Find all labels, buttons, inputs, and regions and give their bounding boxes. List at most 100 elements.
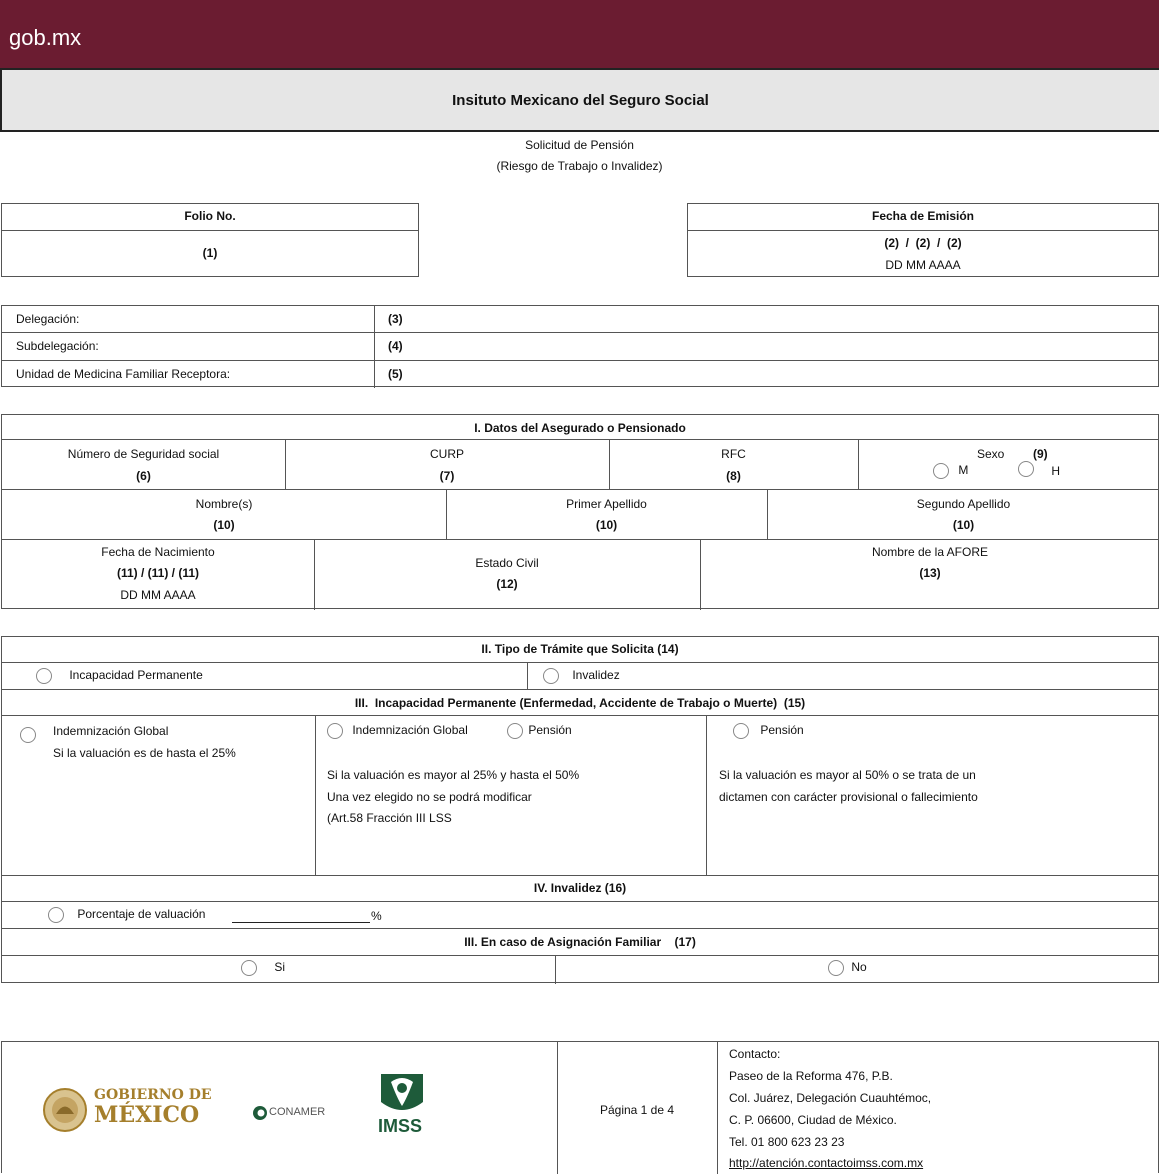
valuacion-option[interactable]: Porcentaje de valuación xyxy=(48,907,205,923)
nacimiento-label: Fecha de Nacimiento xyxy=(101,545,215,559)
asignacion-no-radio[interactable] xyxy=(828,960,844,976)
asignacion-si-label: Si xyxy=(274,960,286,975)
valuacion-label: Porcentaje de valuación xyxy=(77,907,206,922)
sexo-m-label: M xyxy=(958,463,969,478)
top-bar: gob.mx xyxy=(0,0,1159,70)
fecha-box: Fecha de Emisión (2) / (2) / (2) DD MM A… xyxy=(687,203,1159,277)
c1-indemnizacion-radio[interactable] xyxy=(20,727,36,743)
c2-line-2: Una vez elegido no se podrá modificar xyxy=(327,790,532,804)
umf-value[interactable]: (5) xyxy=(388,367,403,381)
incapacidad-option[interactable]: Incapacidad Permanente xyxy=(36,668,203,684)
c2-line-1: Si la valuación es mayor al 25% y hasta … xyxy=(327,768,580,782)
asignacion-no-label: No xyxy=(851,960,867,975)
imss-logo-icon xyxy=(377,1072,427,1116)
invalidez-label: Invalidez xyxy=(572,668,620,683)
valuacion-input-line[interactable] xyxy=(232,922,370,923)
valuacion-radio[interactable] xyxy=(48,907,64,923)
umf-label: Unidad de Medicina Familiar Receptora: xyxy=(16,367,231,381)
incapacidad-radio[interactable] xyxy=(36,668,52,684)
footer: GOBIERNO DE MÉXICO CONAMER IMSS Página 1… xyxy=(1,1041,1159,1174)
valuacion-suffix: % xyxy=(371,909,382,923)
sections-2-5: II. Tipo de Trámite que Solicita (14) In… xyxy=(1,636,1159,984)
nacimiento-value[interactable]: (11) / (11) / (11) xyxy=(2,566,314,580)
sexo-h-option[interactable]: H xyxy=(1018,461,1061,479)
invalidez-option[interactable]: Invalidez xyxy=(543,668,620,684)
sexo-h-radio[interactable] xyxy=(1018,461,1034,477)
section-3-title: III. Incapacidad Permanente (Enfermedad,… xyxy=(354,696,806,710)
sexo-h-label: H xyxy=(1051,464,1061,479)
fecha-label: Fecha de Emisión xyxy=(871,209,975,223)
contact-line-1: Paseo de la Reforma 476, P.B. xyxy=(729,1069,893,1083)
afore-value[interactable]: (13) xyxy=(700,566,1159,580)
c2-indemnizacion-radio[interactable] xyxy=(327,723,343,739)
nss-label: Número de Seguridad social xyxy=(67,447,220,461)
section-4-title: IV. Invalidez (16) xyxy=(533,881,627,895)
section-2-title: II. Tipo de Trámite que Solicita (14) xyxy=(481,642,679,656)
folio-box: Folio No. (1) xyxy=(1,203,419,277)
section-1: I. Datos del Asegurado o Pensionado Núme… xyxy=(1,414,1159,610)
contact-link-wrap: http://atención.contactoimss.com.mx xyxy=(729,1156,923,1170)
c2-pension-label: Pensión xyxy=(528,723,572,738)
primer-apellido-value[interactable]: (10) xyxy=(446,518,767,532)
segundo-apellido-value[interactable]: (10) xyxy=(767,518,1159,532)
gobierno-line-1: GOBIERNO DE xyxy=(94,1087,212,1103)
subdelegacion-value[interactable]: (4) xyxy=(388,339,403,353)
folio-value[interactable]: (1) xyxy=(2,246,418,260)
c1-note: Si la valuación es de hasta el 25% xyxy=(53,746,236,760)
sexo-label: Sexo xyxy=(977,447,1005,461)
afore-label: Nombre de la AFORE xyxy=(871,545,989,559)
fecha-value[interactable]: (2) / (2) / (2) xyxy=(688,236,1158,250)
location-table: Delegación: (3) Subdelegación: (4) Unida… xyxy=(1,305,1159,388)
gob-mx-logo[interactable]: gob.mx xyxy=(9,25,81,51)
c3-line-1: Si la valuación es mayor al 50% o se tra… xyxy=(719,768,976,782)
contact-line-4: Tel. 01 800 623 23 23 xyxy=(729,1135,845,1149)
incapacidad-label: Incapacidad Permanente xyxy=(69,668,203,683)
contact-line-3: C. P. 06600, Ciudad de México. xyxy=(729,1113,897,1127)
sexo-m-radio[interactable] xyxy=(933,463,949,479)
c2-indemnizacion-label: Indemnización Global xyxy=(352,723,468,738)
estado-civil-label: Estado Civil xyxy=(475,556,539,570)
asignacion-si-radio[interactable] xyxy=(241,960,257,976)
sexo-m-option[interactable]: M xyxy=(933,463,968,479)
gobierno-line-2: MÉXICO xyxy=(94,1102,200,1128)
institution-title: Insituto Mexicano del Seguro Social xyxy=(0,70,1159,132)
estado-civil-value[interactable]: (12) xyxy=(314,577,700,591)
contact-title: Contacto: xyxy=(729,1047,781,1061)
rfc-value[interactable]: (8) xyxy=(609,469,858,483)
form-title: Solicitud de Pensión xyxy=(525,138,634,152)
curp-value[interactable]: (7) xyxy=(285,469,609,483)
c2-indemnizacion-option[interactable]: Indemnización Global xyxy=(327,723,468,739)
imss-label: IMSS xyxy=(378,1116,423,1136)
nacimiento-format: DD MM AAAA xyxy=(120,588,196,602)
nss-value[interactable]: (6) xyxy=(2,469,285,483)
curp-label: CURP xyxy=(429,447,464,461)
folio-label: Folio No. xyxy=(184,209,236,223)
c3-pension-option[interactable]: Pensión xyxy=(733,723,804,739)
c1-indemnizacion-label: Indemnización Global xyxy=(53,724,169,738)
contact-line-2: Col. Juárez, Delegación Cuauhtémoc, xyxy=(729,1091,932,1105)
form-subtitle: (Riesgo de Trabajo o Invalidez) xyxy=(496,159,663,173)
delegacion-label: Delegación: xyxy=(16,312,80,326)
conamer-label: CONAMER xyxy=(269,1106,326,1118)
asignacion-si-option[interactable]: Si xyxy=(241,960,285,976)
c3-line-2: dictamen con carácter provisional o fall… xyxy=(719,790,978,804)
sexo-value: (9) xyxy=(1033,447,1048,461)
delegacion-value[interactable]: (3) xyxy=(388,312,403,326)
primer-apellido-label: Primer Apellido xyxy=(566,497,647,511)
invalidez-radio[interactable] xyxy=(543,668,559,684)
section-5-title: III. En caso de Asignación Familiar (17) xyxy=(464,935,696,949)
c2-pension-radio[interactable] xyxy=(507,723,523,739)
contact-link[interactable]: http://atención.contactoimss.com.mx xyxy=(729,1156,923,1170)
conamer-icon xyxy=(252,1105,268,1121)
c1-radio-wrap[interactable] xyxy=(20,727,36,743)
rfc-label: RFC xyxy=(721,447,746,461)
nombre-value[interactable]: (10) xyxy=(2,518,446,532)
nombre-label: Nombre(s) xyxy=(195,497,253,511)
asignacion-no-option[interactable]: No xyxy=(828,960,867,976)
fecha-format: DD MM AAAA xyxy=(885,258,961,272)
page-indicator: Página 1 de 4 xyxy=(599,1103,675,1117)
c3-pension-label: Pensión xyxy=(760,723,804,738)
subdelegacion-label: Subdelegación: xyxy=(16,339,99,353)
c3-pension-radio[interactable] xyxy=(733,723,749,739)
c2-pension-option[interactable]: Pensión xyxy=(507,723,572,739)
